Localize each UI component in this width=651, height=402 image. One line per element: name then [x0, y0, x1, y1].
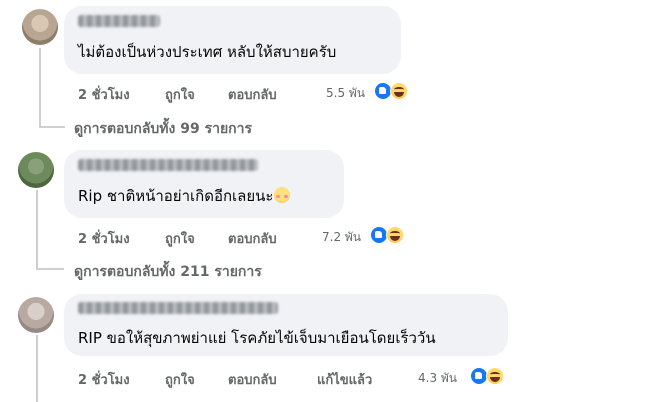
avatar[interactable]: [18, 152, 54, 188]
reaction-count[interactable]: 7.2 พัน: [322, 228, 361, 247]
reply-button[interactable]: ตอบกลับ: [228, 228, 277, 249]
haha-icon[interactable]: [386, 226, 404, 244]
haha-icon[interactable]: [486, 367, 504, 385]
author-name-blurred[interactable]: [78, 159, 258, 171]
avatar[interactable]: [18, 297, 54, 333]
comment-text: Rip ชาติหน้าอย่าเกิดอีกเลยนะ: [78, 186, 291, 206]
timestamp[interactable]: 2 ชั่วโมง: [78, 84, 130, 105]
comment-bubble: ไม่ต้องเป็นห่วงประเทศ หลับให้สบายครับ: [64, 6, 401, 74]
edited-label[interactable]: แก้ไขแล้ว: [317, 369, 372, 390]
thread-line: [36, 190, 38, 270]
thread-line: [36, 335, 38, 402]
reaction-count[interactable]: 4.3 พัน: [418, 369, 457, 388]
view-replies-link[interactable]: ดูการตอบกลับทั้ง 211 รายการ: [74, 261, 262, 283]
thread-line-branch: [36, 268, 64, 270]
reaction-count[interactable]: 5.5 พัน: [326, 84, 365, 103]
comment-bubble: Rip ชาติหน้าอย่าเกิดอีกเลยนะ: [64, 150, 344, 218]
haha-icon[interactable]: [390, 82, 408, 100]
like-button[interactable]: ถูกใจ: [165, 84, 195, 105]
thread-line-branch: [39, 126, 65, 128]
like-button[interactable]: ถูกใจ: [165, 228, 195, 249]
face-with-hand-icon: [274, 187, 291, 203]
reply-button[interactable]: ตอบกลับ: [228, 84, 277, 105]
comment-bubble: RIP ขอให้สุขภาพย่าแย่ โรคภัยไข้เจ็บมาเยื…: [64, 294, 508, 356]
view-replies-link[interactable]: ดูการตอบกลับทั้ง 99 รายการ: [74, 118, 252, 140]
comment-text: ไม่ต้องเป็นห่วงประเทศ หลับให้สบายครับ: [78, 43, 337, 61]
author-name-blurred[interactable]: [78, 15, 160, 27]
like-button[interactable]: ถูกใจ: [165, 369, 195, 390]
author-name-blurred[interactable]: [78, 302, 278, 314]
reply-button[interactable]: ตอบกลับ: [228, 369, 277, 390]
timestamp[interactable]: 2 ชั่วโมง: [78, 228, 130, 249]
comment-text-content: Rip ชาติหน้าอย่าเกิดอีกเลยนะ: [78, 187, 274, 205]
thread-line: [39, 48, 41, 128]
timestamp[interactable]: 2 ชั่วโมง: [78, 369, 130, 390]
comment-text: RIP ขอให้สุขภาพย่าแย่ โรคภัยไข้เจ็บมาเยื…: [78, 329, 436, 347]
avatar[interactable]: [22, 9, 58, 45]
